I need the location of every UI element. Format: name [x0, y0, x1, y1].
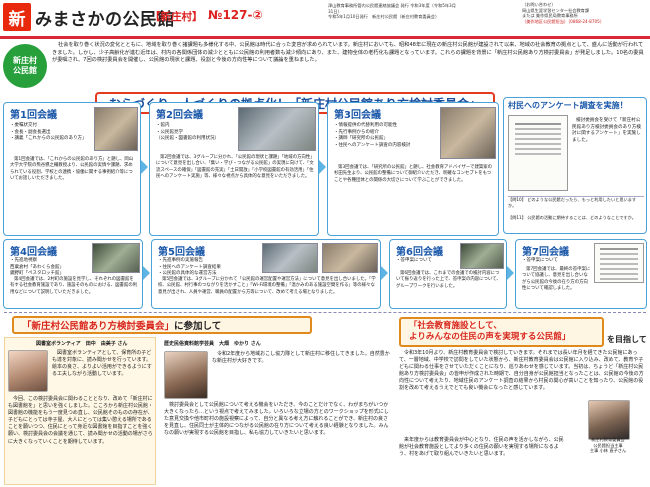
meeting-card-2: 第2回会議 ・館内 ・公民館見学 （公民館・図書館の利用状況） 第2回会議では、… [149, 102, 319, 236]
meeting-photo [322, 243, 378, 273]
header-divider [0, 36, 650, 39]
arrow-right-icon [507, 266, 514, 280]
meeting-summary: 第3回会議では、「研究所の公民館」と題し、社会教育アドバイザーで建築家の杉田先生… [334, 165, 493, 183]
meeting-card-5: 第5回会議 ・先進事例の実施報告 ・住民へのアンケート調査結果 ・公民館の具体的… [151, 239, 381, 309]
meeting-title: 第1回会議 [10, 110, 57, 121]
report-document-image [594, 243, 644, 283]
meeting-agenda: ・答申案について [396, 258, 432, 263]
meeting-card-4: 第4回会議 ・先進地視察 西粟倉村「あわくら会館」 鏡野町「ペスタロッチ館」 第… [3, 239, 143, 309]
staff-photo [588, 400, 630, 440]
village-name: 【新庄村】 [150, 11, 203, 23]
meeting-agenda: ・情報提供の代替利用の可能性 ・先行事例からの紹介 ・講師「研究所の公民館」 ・… [334, 123, 411, 148]
goal-section-title: 「社会教育施設として、 よりみんなの住民の声を実現する公民館」 [399, 317, 604, 347]
publication-info: 津山教育事務所管内公民館連絡協議会 発行 令和3年度（令和5年3月31日） 令和… [328, 3, 456, 20]
issue-number: №127-② [208, 8, 263, 22]
meeting-summary: 第4回会議では、2村町の施設を見学し、それぞれの図書館を有する社会教育施設であり… [10, 277, 138, 295]
comment-text: 令和2年度から地域おこし協力隊として新庄村に移住してきました。自然豊かな新庄村が… [212, 351, 390, 365]
kominkan-badge: 新庄村 公民館 [3, 44, 47, 88]
meeting-agenda: ・先進事例の実施報告 ・住民へのアンケート調査結果 ・公民館の具体的な運営方法 [158, 258, 221, 277]
meeting-agenda: ・委嘱状交付 ・会長・副会長選出 ・講義「これからの公民館のあり方」 [10, 123, 87, 142]
commenter-photo [164, 351, 208, 399]
goal-section-suffix: を目指して [607, 335, 647, 344]
section-divider [4, 312, 646, 313]
logo-badge: 新 [3, 3, 31, 31]
meeting-title: 第6回会議 [396, 247, 443, 258]
meeting-agenda: ・館内 ・公民館見学 （公民館・図書館の利用状況） [156, 123, 219, 142]
meeting-photo [262, 243, 318, 273]
survey-panel: 村民へのアンケート調査を実施！ 検討委員会を受けて「新庄村公民館あり方検討委員会… [503, 97, 647, 234]
participation-section-title: 「新庄村公民館あり方検討委員会」 に参加して [12, 316, 312, 334]
goal-text: 来年度からは教育委員会が中心となり、住民の声を活かしながら、公民館が社会教育施設… [399, 437, 564, 458]
meeting-agenda: ・答申案について [522, 258, 558, 263]
survey-title: 村民へのアンケート調査を実施！ [508, 101, 628, 110]
arrow-right-icon [143, 266, 150, 280]
meeting-title: 第7回会議 [522, 247, 569, 258]
meeting-photo [238, 107, 316, 151]
meeting-title: 第3回会議 [334, 110, 381, 121]
meeting-photo [460, 243, 504, 269]
meeting-title: 第5回会議 [158, 247, 205, 258]
survey-questions: 【問10】 どのような公民館だったら、もっと利用したいと思いますか。 【問11】… [508, 196, 644, 221]
meeting-photo [92, 243, 140, 273]
arrow-right-icon [381, 266, 388, 280]
arrow-right-icon [141, 160, 148, 174]
meeting-card-7: 第7回会議 ・答申案について 第7回会議では、最終の答申案について協議し、意見を… [515, 239, 647, 309]
meeting-photo [94, 107, 138, 151]
meeting-title: 第2回会議 [156, 110, 203, 121]
survey-text: 検討委員会を受けて「新庄村公民館あり方検討委員会のあり方検討に関するアンケート」… [572, 118, 641, 143]
meeting-summary: 第6回会議では、これまでの会議での検討内容について振り返りを行った上で、答申案の… [396, 271, 501, 289]
meeting-summary: 第7回会議では、最終の答申案について協議し、意見を出し合いながら公民館の今後の在… [522, 267, 591, 292]
meeting-agenda: ・先進地視察 西粟倉村「あわくら会館」 鏡野町「ペスタロッチ館」 [10, 258, 64, 277]
survey-document-image [508, 115, 568, 191]
intro-paragraph: 社会を取り巻く状況の変化とともに、地域を取り巻く諸課題も多様化する中、公民館は時… [52, 42, 644, 64]
comment-text: 検討委員会として公民館について考える機会をいただき、今のことだけでなく、わがまち… [164, 402, 389, 437]
meeting-summary: 第2回会議では、3グループに分かれ、「公民館の現状と課題」「地域の方向性」につい… [156, 155, 314, 180]
meeting-card-6: 第6回会議 ・答申案について 第6回会議では、これまでの会議での検討内容について… [389, 239, 507, 309]
contact-info: （お問い合わせ） 岡山県生涯学習センター社会教育課 または 美作県民局教育事務所… [522, 2, 605, 25]
comment-text: 今回、この検討委員会に関わることとなり、改めて「新庄村にも図書館を」と思いを強く… [8, 396, 154, 445]
commenter-name: 歴史民俗資料館学芸員 大畑 ゆかり さん [164, 341, 261, 347]
arrow-right-icon [319, 160, 326, 174]
meeting-summary: 第5回会議では、3グループに分かれて「公民館の運営配置や運営方法」について意見を… [158, 277, 376, 295]
meeting-summary: 第1回会議では、「これからの公民館のあり方」と題し、岡山大学大学院の熊谷愼之輔教… [10, 157, 134, 182]
comment-text: 図書室ボランティアとして、保育所の子ども達を対象に、読み聞かせを行っています。絵… [52, 350, 152, 378]
meeting-title: 第4回会議 [10, 247, 57, 258]
staff-signature: 新庄村教育委員会 公民館担当主事 主事 小林 直子さん [589, 437, 627, 454]
commenter-name: 図書室ボランティア 田中 由美子 さん [36, 341, 128, 347]
meeting-card-3: 第3回会議 ・情報提供の代替利用の可能性 ・先行事例からの紹介 ・講師「研究所の… [327, 102, 499, 236]
meeting-photo [440, 107, 496, 159]
meeting-card-1: 第1回会議 ・委嘱状交付 ・会長・副会長選出 ・講義「これからの公民館のあり方」… [3, 102, 141, 236]
goal-text: 令和3年10月より、新庄村教育委員会で検討していきます。それまでは長い年月を経て… [399, 350, 644, 392]
commenter-photo [8, 350, 48, 392]
